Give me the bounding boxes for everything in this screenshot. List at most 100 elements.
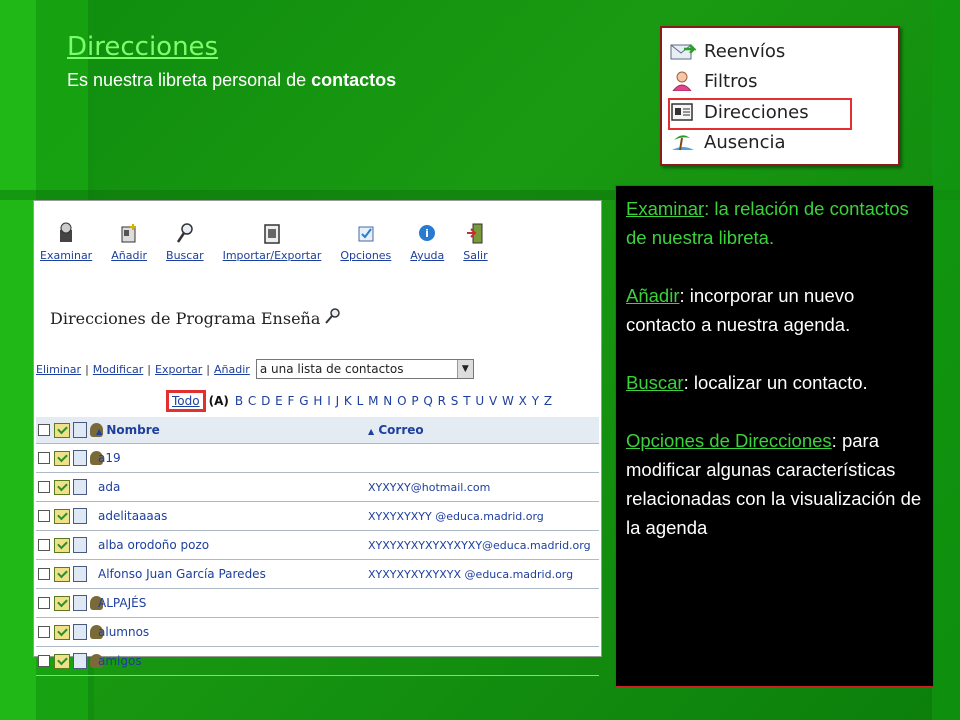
contact-name[interactable]: ada	[98, 480, 120, 494]
beach-icon	[670, 132, 696, 152]
check-icon	[54, 653, 70, 669]
slide-subtitle: Es nuestra libreta personal de contactos	[67, 70, 396, 91]
menu-item-label: Reenvíos	[704, 40, 786, 62]
table-header: ▲ Nombre ▲ Correo	[36, 417, 599, 444]
check-icon	[54, 479, 70, 495]
header-email-label: Correo	[378, 423, 424, 437]
toolbar-importar-exportar[interactable]: Importar/Exportar	[222, 221, 322, 262]
contact-list-select[interactable]: a una lista de contactos ▼	[255, 359, 474, 379]
menu-item-label: Ausencia	[704, 131, 786, 153]
row-checkbox[interactable]	[38, 481, 50, 493]
menu-item-filtros[interactable]: Filtros	[670, 68, 758, 94]
contact-card-icon	[73, 537, 87, 553]
table-row[interactable]: alba orodoño pozo XYXYXYXYXYXYXYXY@educa…	[36, 531, 599, 560]
contact-card-icon	[73, 450, 87, 466]
select-value: a una lista de contactos	[259, 362, 404, 376]
search-icon	[174, 221, 196, 245]
check-icon	[54, 595, 70, 611]
toolbar-opciones[interactable]: Opciones	[340, 221, 391, 262]
term-buscar[interactable]: Buscar	[626, 372, 684, 393]
check-icon	[54, 624, 70, 640]
exportar-link[interactable]: Exportar	[155, 363, 202, 376]
contact-name[interactable]: alba orodoño pozo	[98, 538, 209, 552]
slide-title[interactable]: Direcciones	[67, 32, 218, 62]
toolbar-label: Salir	[463, 249, 488, 262]
contact-name[interactable]: adelitaaaas	[98, 509, 167, 523]
info-anadir: Añadir: incorporar un nuevo contacto a n…	[626, 281, 923, 339]
select-all-checkbox[interactable]	[38, 424, 50, 436]
row-checkbox[interactable]	[38, 510, 50, 522]
contact-email[interactable]: XYXYXYXYY @educa.madrid.org	[368, 510, 544, 523]
alphabet-filter: Todo (A) B C D E F G H I J K L M N O P Q…	[166, 390, 553, 412]
toolbar-label: Importar/Exportar	[222, 249, 322, 262]
info-examinar: Examinar: la relación de contactos de nu…	[626, 194, 923, 252]
menu-inset: Reenvíos Filtros Direcciones Ausencia	[660, 26, 900, 166]
toolbar-buscar[interactable]: Buscar	[166, 221, 204, 262]
subtitle-bold: contactos	[311, 70, 397, 90]
actions-bar: Eliminar | Modificar | Exportar | Añadir…	[36, 359, 474, 379]
table-row[interactable]: Alfonso Juan García Paredes XYXYXYXYXYXY…	[36, 560, 599, 589]
table-row[interactable]: amigos	[36, 647, 599, 676]
toolbar-label: Añadir	[111, 249, 148, 262]
term-examinar[interactable]: Examinar	[626, 198, 704, 219]
info-box: Examinar: la relación de contactos de nu…	[615, 185, 934, 687]
contact-name[interactable]: a19	[98, 451, 121, 465]
check-icon	[54, 537, 70, 553]
contact-email[interactable]: XYXYXYXYXYXYXYXY@educa.madrid.org	[368, 539, 591, 552]
row-checkbox[interactable]	[38, 539, 50, 551]
menu-item-label: Filtros	[704, 70, 758, 92]
toolbar-salir[interactable]: Salir	[463, 221, 488, 262]
todo-link[interactable]: Todo	[166, 390, 206, 412]
contact-name[interactable]: Alfonso Juan García Paredes	[98, 567, 266, 581]
header-email[interactable]: ▲ Correo	[368, 423, 424, 437]
desc-buscar: : localizar un contacto.	[683, 372, 868, 393]
background-stripe	[0, 0, 36, 720]
contact-email[interactable]: XYXYXYXYXYXYX @educa.madrid.org	[368, 568, 573, 581]
table-row[interactable]: adelitaaaas XYXYXYXYY @educa.madrid.org	[36, 502, 599, 531]
row-checkbox[interactable]	[38, 655, 50, 667]
alphabet-letters[interactable]: B C D E F G H I J K L M N O P Q R S T U …	[235, 394, 553, 408]
toolbar-anadir[interactable]: Añadir	[111, 221, 147, 262]
modificar-link[interactable]: Modificar	[93, 363, 144, 376]
row-checkbox[interactable]	[38, 597, 50, 609]
table-row[interactable]: alumnos	[36, 618, 599, 647]
eliminar-link[interactable]: Eliminar	[36, 363, 81, 376]
table-row[interactable]: ALPAJÉS	[36, 589, 599, 618]
contact-email[interactable]: XYXYXY@hotmail.com	[368, 481, 490, 494]
term-opciones[interactable]: Opciones de Direcciones	[626, 430, 832, 451]
table-row[interactable]: a19	[36, 444, 599, 473]
toolbar: Examinar Añadir Buscar Importar/Exportar…	[40, 221, 507, 262]
toolbar-ayuda[interactable]: i Ayuda	[410, 221, 444, 262]
check-icon	[54, 422, 70, 438]
page-title-text: Direcciones de Programa Enseña	[50, 308, 321, 328]
contact-name[interactable]: alumnos	[98, 625, 149, 639]
toolbar-label: Buscar	[166, 249, 204, 262]
add-contact-icon	[118, 221, 140, 245]
toolbar-examinar[interactable]: Examinar	[40, 221, 92, 262]
contact-name[interactable]: amigos	[98, 654, 142, 668]
menu-item-ausencia[interactable]: Ausencia	[670, 129, 786, 155]
row-checkbox[interactable]	[38, 452, 50, 464]
table-row[interactable]: ada XYXYXY@hotmail.com	[36, 473, 599, 502]
row-checkbox[interactable]	[38, 568, 50, 580]
chevron-down-icon: ▼	[456, 360, 473, 378]
options-icon	[355, 221, 377, 245]
webmail-screenshot: Examinar Añadir Buscar Importar/Exportar…	[33, 200, 602, 676]
contact-card-icon	[73, 653, 87, 669]
contact-card-icon	[73, 422, 87, 438]
info-opciones: Opciones de Direcciones: para modificar …	[626, 426, 923, 542]
menu-item-reenvios[interactable]: Reenvíos	[670, 38, 785, 64]
subtitle-text: Es nuestra libreta personal de	[67, 70, 312, 90]
row-checkbox[interactable]	[38, 626, 50, 638]
contact-name[interactable]: ALPAJÉS	[98, 596, 146, 610]
page-title: Direcciones de Programa Enseña	[50, 307, 341, 329]
exit-icon	[464, 221, 486, 245]
contact-card-icon	[73, 566, 87, 582]
info-buscar: Buscar: localizar un contacto.	[626, 368, 923, 397]
anadir-link[interactable]: Añadir	[214, 363, 250, 376]
term-anadir[interactable]: Añadir	[626, 285, 679, 306]
check-icon	[54, 450, 70, 466]
header-name[interactable]: ▲ Nombre	[96, 423, 160, 437]
forward-mail-icon	[670, 41, 698, 61]
person-filter-icon	[670, 71, 696, 92]
